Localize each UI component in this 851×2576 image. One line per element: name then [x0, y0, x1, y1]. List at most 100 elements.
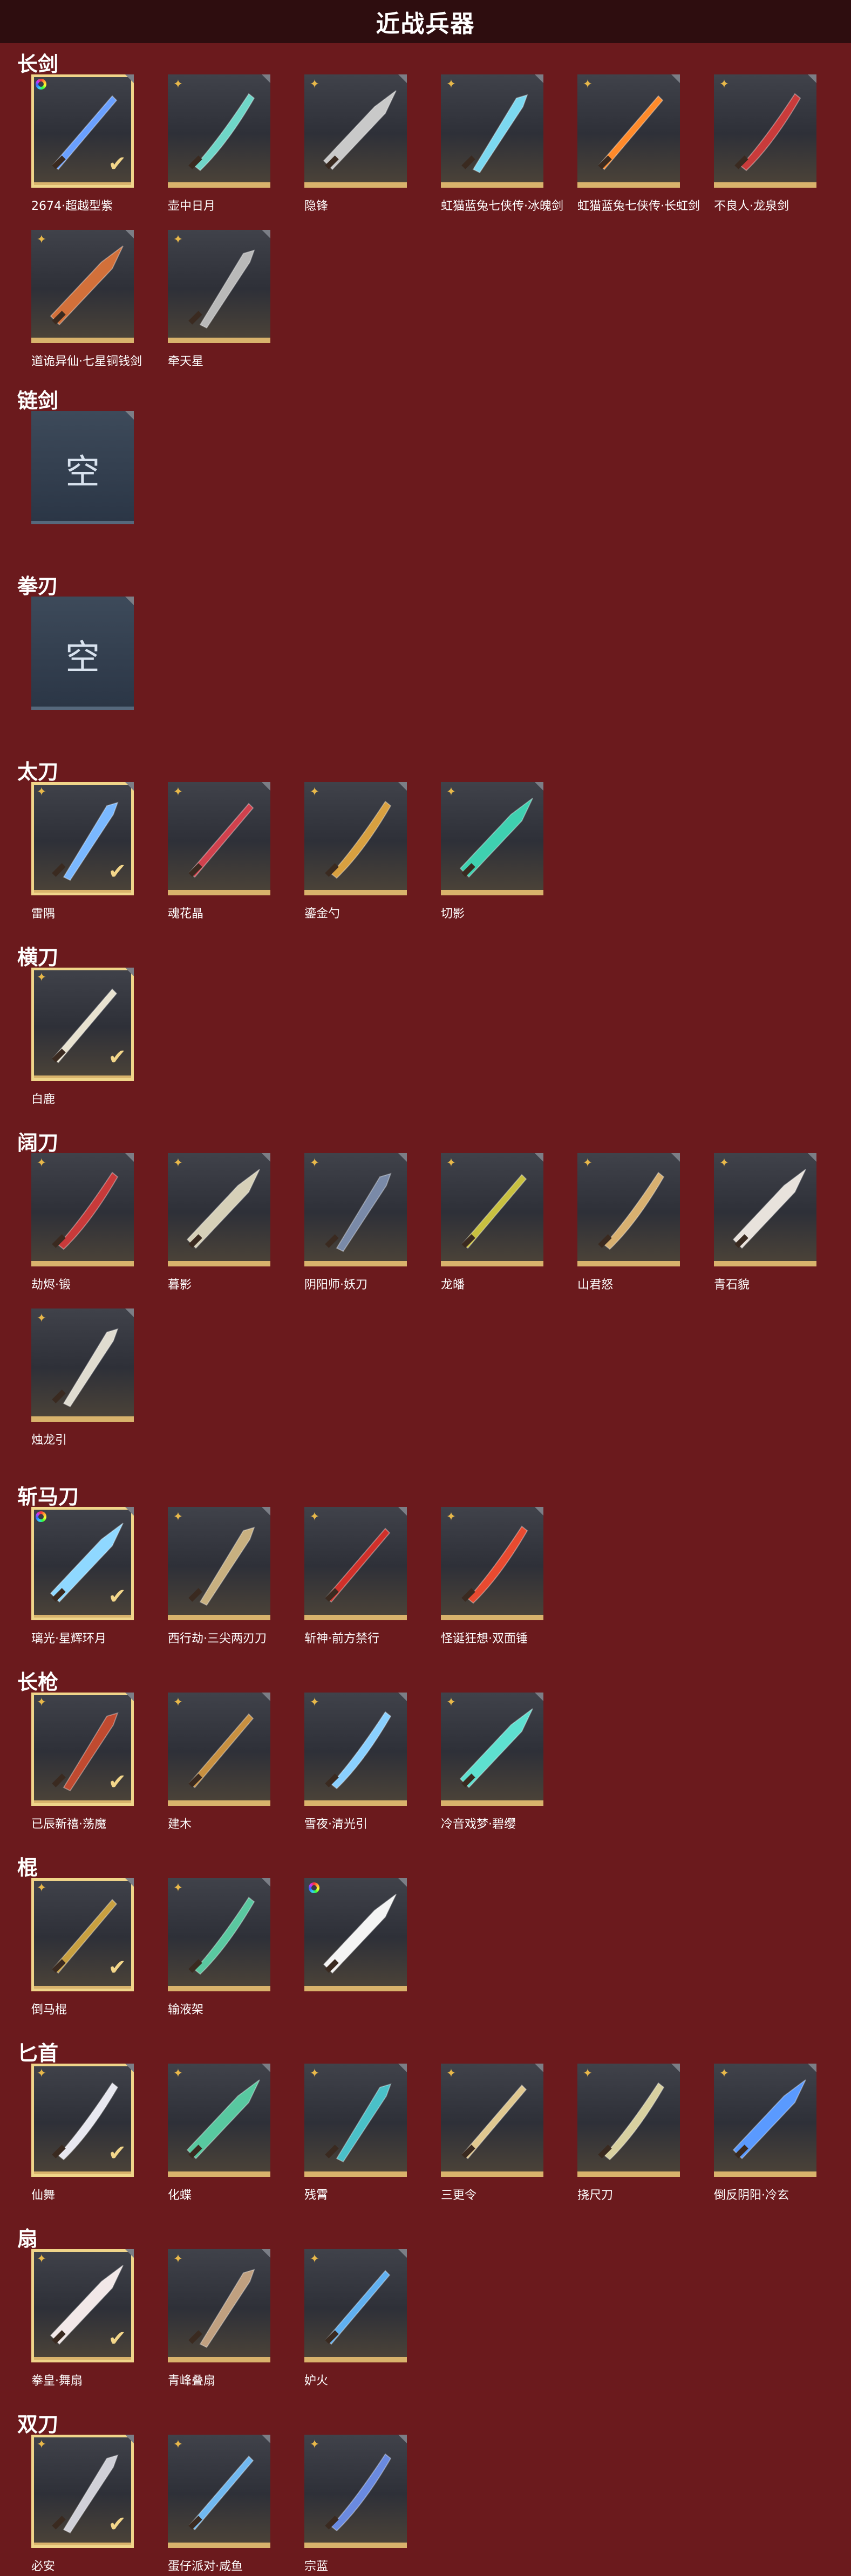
weapon-tile[interactable]: ✦ ✔ 雷隅: [31, 782, 134, 921]
weapon-image: [186, 2079, 260, 2160]
weapon-card[interactable]: ✦: [31, 1153, 134, 1266]
weapon-tile[interactable]: ✦ 挠尺刀: [577, 2064, 680, 2202]
corner-icon: [262, 2249, 270, 2258]
weapon-tile[interactable]: ✦ 蛋仔派对·咸鱼: [168, 2435, 270, 2573]
weapon-tile[interactable]: ✦ 斩神·前方禁行: [304, 1507, 407, 1646]
weapon-tile[interactable]: [304, 1878, 407, 1999]
weapon-tile[interactable]: ✦ 三更令: [441, 2064, 543, 2202]
weapon-tile[interactable]: ✦ 冷音戏梦·碧缨: [441, 1693, 543, 1831]
weapon-tile[interactable]: ✦ 鎏金勺: [304, 782, 407, 921]
weapon-tile[interactable]: ✦ 妒火: [304, 2249, 407, 2388]
empty-slot[interactable]: 空: [31, 411, 134, 532]
weapon-card[interactable]: ✦: [168, 230, 270, 343]
weapon-tile[interactable]: ✦ 青石貌: [714, 1153, 816, 1292]
weapon-card[interactable]: ✦ ✔: [31, 968, 134, 1081]
weapon-card[interactable]: ✦: [304, 2249, 407, 2362]
weapon-tile[interactable]: ✦ 阴阳师·妖刀: [304, 1153, 407, 1292]
checkmark-icon: ✔: [108, 2141, 126, 2166]
weapon-tile[interactable]: ✦ 怪诞狂想·双面锤: [441, 1507, 543, 1646]
weapon-tile[interactable]: ✦ 牵天星: [168, 230, 270, 368]
weapon-tile[interactable]: ✦ 雪夜·清光引: [304, 1693, 407, 1831]
corner-icon: [535, 782, 543, 791]
weapon-card[interactable]: ✦: [441, 2064, 543, 2177]
weapon-tile[interactable]: ✦ 宗蓝: [304, 2435, 407, 2573]
weapon-tile[interactable]: ✦ ✔ 倒马棍: [31, 1878, 134, 2017]
weapon-tile[interactable]: ✔ 璃光·星辉环月: [31, 1507, 134, 1646]
weapon-card[interactable]: ✦: [304, 1153, 407, 1266]
weapon-card[interactable]: ✦: [304, 1693, 407, 1806]
weapon-card[interactable]: ✦ ✔: [31, 1693, 134, 1806]
weapon-card[interactable]: ✦: [577, 74, 680, 188]
empty-slot[interactable]: 空: [31, 597, 134, 717]
weapon-card[interactable]: ✦: [168, 1693, 270, 1806]
weapon-tile[interactable]: ✦ 龙皤: [441, 1153, 543, 1292]
weapon-tile[interactable]: ✦ ✔ 必安: [31, 2435, 134, 2573]
weapon-card[interactable]: ✔: [31, 1507, 134, 1620]
weapon-tile[interactable]: ✦ 隐锋: [304, 74, 407, 213]
weapon-card[interactable]: ✦: [168, 2064, 270, 2177]
weapon-tile[interactable]: ✦ 不良人·龙泉剑: [714, 74, 816, 213]
weapon-card[interactable]: ✦: [168, 1153, 270, 1266]
weapon-tile[interactable]: ✦ ✔ 仙舞: [31, 2064, 134, 2202]
weapon-card[interactable]: ✦: [168, 2249, 270, 2362]
weapon-tile[interactable]: ✦ 倒反阴阳·冷玄: [714, 2064, 816, 2202]
weapon-card[interactable]: ✦: [577, 2064, 680, 2177]
weapon-card[interactable]: ✦ ✔: [31, 2249, 134, 2362]
weapon-tile[interactable]: ✦ 西行劫·三尖两刃刀: [168, 1507, 270, 1646]
weapon-tile[interactable]: ✦ 劫烬·锻: [31, 1153, 134, 1292]
weapon-tile[interactable]: ✦ 虹猫蓝兔七侠传·冰魄剑: [441, 74, 563, 213]
weapon-tile[interactable]: ✔ 2674·超越型紫: [31, 74, 134, 213]
weapon-name: 西行劫·三尖两刃刀: [168, 1632, 267, 1646]
weapon-tile[interactable]: ✦ 输液架: [168, 1878, 270, 2017]
weapon-card[interactable]: ✦: [577, 1153, 680, 1266]
weapon-card[interactable]: ✦: [441, 1507, 543, 1620]
weapon-tile[interactable]: ✦ 烛龙引: [31, 1308, 134, 1447]
weapon-card[interactable]: ✦ ✔: [31, 2435, 134, 2548]
category-title: 太刀: [17, 760, 59, 784]
weapon-card[interactable]: ✦: [714, 1153, 816, 1266]
weapon-tile[interactable]: ✦ 山君怒: [577, 1153, 680, 1292]
weapon-card[interactable]: ✦ ✔: [31, 2064, 134, 2177]
weapon-card[interactable]: ✦: [441, 1153, 543, 1266]
weapon-image: [461, 94, 528, 174]
weapon-card[interactable]: ✦: [168, 74, 270, 188]
weapon-card[interactable]: ✦: [168, 1878, 270, 1991]
weapon-card[interactable]: ✦ ✔: [31, 782, 134, 895]
weapon-tile[interactable]: ✦ 建木: [168, 1693, 270, 1831]
weapon-card[interactable]: 空: [31, 411, 134, 524]
weapon-card[interactable]: ✦: [304, 2064, 407, 2177]
weapon-card[interactable]: ✦: [304, 2435, 407, 2548]
weapon-tile[interactable]: ✦ ✔ 拳皇·舞扇: [31, 2249, 134, 2388]
weapon-tile[interactable]: ✦ ✔ 白鹿: [31, 968, 134, 1106]
weapon-tile[interactable]: ✦ 切影: [441, 782, 543, 921]
star-quality-icon: ✦: [446, 1156, 457, 1170]
weapon-card[interactable]: ✦: [304, 1507, 407, 1620]
weapon-tile[interactable]: ✦ 道诡异仙·七星铜钱剑: [31, 230, 142, 368]
weapon-tile[interactable]: ✦ 魂花晶: [168, 782, 270, 921]
category-title: 扇: [17, 2227, 38, 2251]
weapon-tile[interactable]: ✦ ✔ 已辰新禧·荡魔: [31, 1693, 134, 1831]
weapon-card[interactable]: ✦: [31, 230, 134, 343]
weapon-tile[interactable]: ✦ 虹猫蓝兔七侠传·长虹剑: [577, 74, 700, 213]
weapon-card[interactable]: ✦: [304, 74, 407, 188]
weapon-card[interactable]: ✦: [168, 2435, 270, 2548]
weapon-card[interactable]: [304, 1878, 407, 1991]
weapon-card[interactable]: ✦: [441, 782, 543, 895]
weapon-tile[interactable]: ✦ 暮影: [168, 1153, 270, 1292]
weapon-card[interactable]: ✦: [31, 1308, 134, 1422]
weapon-tile[interactable]: ✦ 青峰叠扇: [168, 2249, 270, 2388]
weapon-card[interactable]: ✦: [714, 74, 816, 188]
weapon-tile[interactable]: ✦ 残霄: [304, 2064, 407, 2202]
weapon-card[interactable]: ✦ ✔: [31, 1878, 134, 1991]
weapon-tile[interactable]: ✦ 壶中日月: [168, 74, 270, 213]
weapon-card[interactable]: ✔: [31, 74, 134, 188]
weapon-card[interactable]: ✦: [168, 1507, 270, 1620]
weapon-card[interactable]: ✦: [304, 782, 407, 895]
weapon-name: 化蝶: [168, 2189, 192, 2202]
weapon-card[interactable]: ✦: [714, 2064, 816, 2177]
weapon-card[interactable]: 空: [31, 597, 134, 710]
weapon-card[interactable]: ✦: [441, 74, 543, 188]
weapon-tile[interactable]: ✦ 化蝶: [168, 2064, 270, 2202]
weapon-card[interactable]: ✦: [168, 782, 270, 895]
weapon-card[interactable]: ✦: [441, 1693, 543, 1806]
